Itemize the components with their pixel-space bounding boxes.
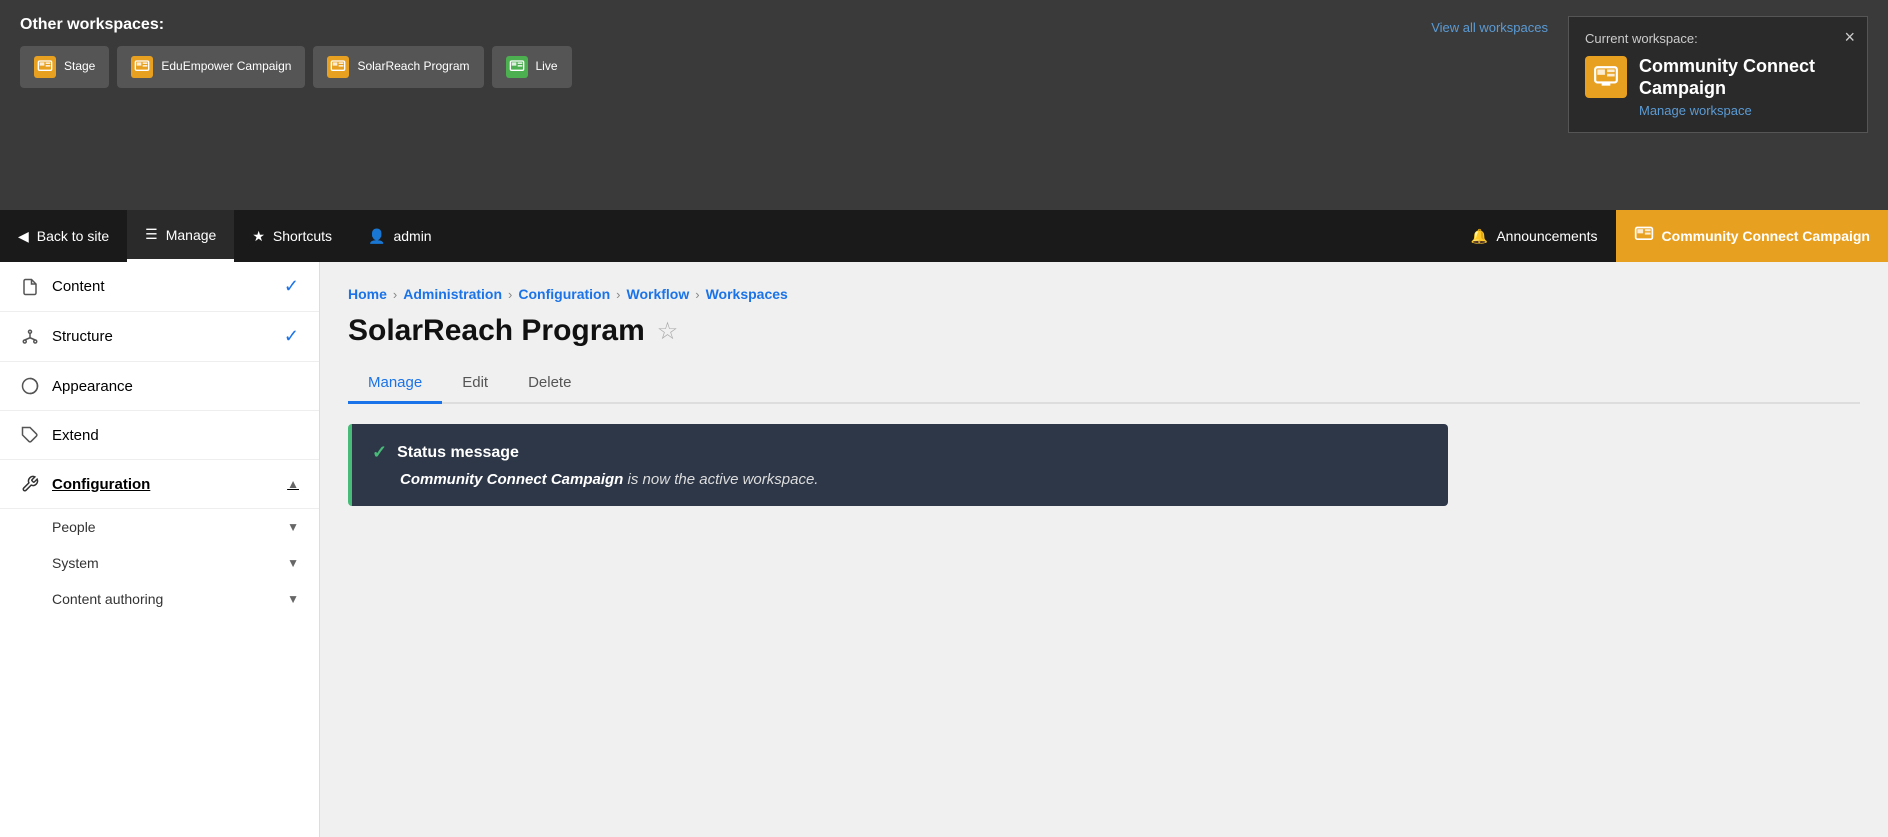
manage-label: Manage [166,227,217,243]
sidebar-item-content[interactable]: Content ✓ [0,262,319,312]
favorite-star-icon[interactable]: ☆ [657,317,679,346]
breadcrumb-sep-4: › [695,287,699,302]
manage-workspace-link[interactable]: Manage workspace [1639,103,1851,118]
sidebar-content-authoring-label: Content authoring [52,591,163,607]
bell-icon: 🔔 [1471,228,1488,245]
status-rest-text: is now the active workspace. [623,471,818,488]
page-title-row: SolarReach Program ☆ [348,314,1860,348]
sidebar-structure-label: Structure [52,328,113,345]
puzzle-icon [20,425,40,445]
sidebar-sub-item-people[interactable]: People ▼ [0,509,319,545]
sidebar-content-label: Content [52,278,105,295]
shortcuts-label: Shortcuts [273,228,332,244]
workspace-item-solarreach[interactable]: SolarReach Program [313,46,483,88]
breadcrumb-workflow[interactable]: Workflow [626,286,689,302]
announcements-button[interactable]: 🔔 Announcements [1453,210,1616,262]
back-arrow-icon: ◀ [18,228,29,245]
configuration-chevron-icon: ▲ [287,477,299,491]
workspace-toolbar-icon [1634,225,1654,248]
admin-label: admin [393,228,431,244]
people-chevron-icon: ▼ [287,520,299,534]
sidebar-item-structure[interactable]: Structure ✓ [0,312,319,362]
current-workspace-panel: Current workspace: Community Connect Cam… [1568,16,1868,133]
workspace-item-eduempower[interactable]: EduEmpower Campaign [117,46,305,88]
other-workspaces-title: Other workspaces: [20,16,1431,34]
breadcrumb-workspaces[interactable]: Workspaces [706,286,788,302]
workspace-eduempower-label: EduEmpower Campaign [161,59,291,75]
status-title: Status message [397,444,519,462]
admin-button[interactable]: 👤 admin [350,210,450,262]
breadcrumb-home[interactable]: Home [348,286,387,302]
announcements-label: Announcements [1496,228,1597,244]
workspace-item-live[interactable]: Live [492,46,572,88]
current-workspace-name: Community Connect Campaign [1639,56,1851,99]
workspace-solarreach-label: SolarReach Program [357,59,469,75]
current-workspace-label: Current workspace: [1585,31,1851,46]
content-chevron-icon: ✓ [284,276,299,297]
breadcrumb-sep-1: › [393,287,397,302]
breadcrumb-configuration[interactable]: Configuration [518,286,610,302]
person-toolbar-icon: 👤 [368,228,385,245]
breadcrumb: Home › Administration › Configuration › … [348,286,1860,302]
sidebar-item-configuration[interactable]: Configuration ▲ [0,460,319,509]
manage-button[interactable]: ☰ Manage [127,210,234,262]
workspace-list: Stage EduEmpower Campaign SolarReach Pro… [20,46,1431,88]
back-to-site-button[interactable]: ◀ Back to site [0,210,127,262]
shortcuts-button[interactable]: ★ Shortcuts [234,210,350,262]
main-layout: Content ✓ Structure ✓ Appearance [0,262,1888,837]
status-body: Community Connect Campaign is now the ac… [372,471,1428,488]
content-area: Home › Administration › Configuration › … [320,262,1888,837]
sidebar-appearance-label: Appearance [52,378,133,395]
tab-edit[interactable]: Edit [442,364,508,404]
sidebar-people-label: People [52,519,96,535]
current-workspace-info: Community Connect Campaign Manage worksp… [1585,56,1851,118]
sidebar-sub-item-system[interactable]: System ▼ [0,545,319,581]
status-message-header: ✓ Status message [372,442,1428,463]
structure-chevron-icon: ✓ [284,326,299,347]
wrench-icon [20,474,40,494]
breadcrumb-sep-2: › [508,287,512,302]
workspace-stage-label: Stage [64,59,95,75]
breadcrumb-administration[interactable]: Administration [403,286,502,302]
sidebar-item-extend[interactable]: Extend [0,411,319,460]
sidebar-system-label: System [52,555,99,571]
doc-icon [20,277,40,297]
hamburger-icon: ☰ [145,226,158,243]
back-to-site-label: Back to site [37,228,109,244]
workspace-eduempower-icon [131,56,153,78]
status-italic-name: Community Connect Campaign [400,471,623,488]
sidebar-sub-item-content-authoring[interactable]: Content authoring ▼ [0,581,319,617]
breadcrumb-sep-3: › [616,287,620,302]
tab-delete[interactable]: Delete [508,364,591,404]
system-chevron-icon: ▼ [287,556,299,570]
workspace-live-label: Live [536,59,558,75]
workspace-toolbar-button[interactable]: Community Connect Campaign [1616,210,1888,262]
palette-icon [20,376,40,396]
close-workspace-panel-button[interactable]: × [1844,27,1855,48]
current-workspace-text: Community Connect Campaign Manage worksp… [1639,56,1851,118]
workspace-item-stage[interactable]: Stage [20,46,109,88]
workspace-solarreach-icon [327,56,349,78]
structure-icon [20,327,40,347]
tabs: Manage Edit Delete [348,364,1860,404]
sidebar: Content ✓ Structure ✓ Appearance [0,262,320,837]
workspace-overlay: Other workspaces: Stage EduEmpower Campa… [0,0,1888,210]
toolbar: ◀ Back to site ☰ Manage ★ Shortcuts 👤 ad… [0,210,1888,262]
current-workspace-icon [1585,56,1627,98]
sidebar-extend-label: Extend [52,427,99,444]
status-message: ✓ Status message Community Connect Campa… [348,424,1448,506]
tab-manage[interactable]: Manage [348,364,442,404]
view-all-workspaces-link[interactable]: View all workspaces [1431,20,1548,35]
workspace-stage-icon [34,56,56,78]
workspace-toolbar-label: Community Connect Campaign [1662,228,1870,244]
page-title: SolarReach Program [348,314,645,348]
sidebar-item-appearance[interactable]: Appearance [0,362,319,411]
star-toolbar-icon: ★ [252,228,265,245]
workspace-overlay-left: Other workspaces: Stage EduEmpower Campa… [20,16,1431,88]
content-authoring-chevron-icon: ▼ [287,592,299,606]
workspace-live-icon [506,56,528,78]
sidebar-configuration-label: Configuration [52,476,150,493]
status-check-icon: ✓ [372,442,387,463]
